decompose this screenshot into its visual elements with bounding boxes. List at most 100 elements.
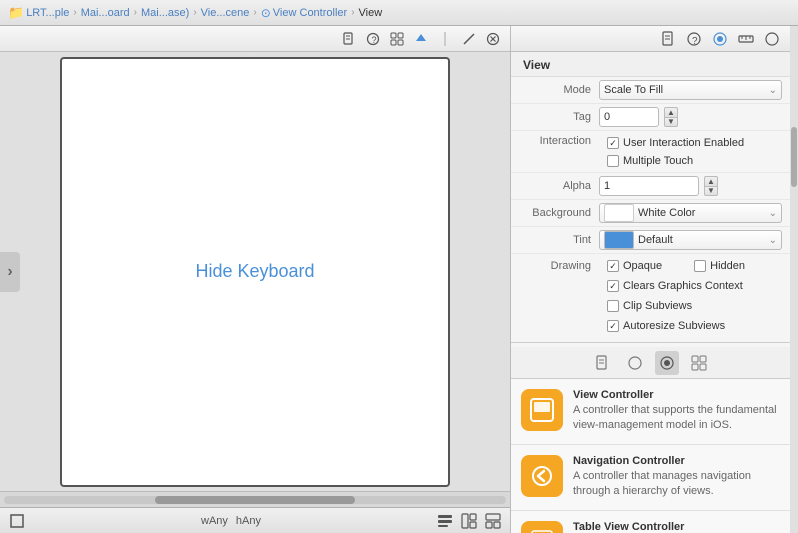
hidden-row: Hidden <box>686 258 753 274</box>
tab-file[interactable] <box>591 351 615 375</box>
autoresize-checkbox[interactable]: ✓ <box>607 320 619 332</box>
autoresize-row: ✓ Autoresize Subviews <box>599 318 733 334</box>
user-interaction-label: User Interaction Enabled <box>623 137 744 149</box>
scrollbar-track[interactable] <box>4 496 506 504</box>
breadcrumb-item-5[interactable]: ⊙ View Controller <box>261 6 347 20</box>
background-value: White Color ⌄ <box>599 203 782 223</box>
library-item-1[interactable]: Navigation Controller A controller that … <box>511 445 790 511</box>
bottom-left-icons <box>8 512 26 530</box>
close-circle-icon[interactable] <box>484 30 502 48</box>
breadcrumb-link-5[interactable]: View Controller <box>273 7 347 19</box>
mode-select-text: Scale To Fill <box>604 84 663 96</box>
breadcrumb-link-1[interactable]: LRT...ple <box>26 7 69 19</box>
breadcrumb-item-1[interactable]: 📁 LRT...ple <box>8 5 69 21</box>
separator-icon <box>436 30 454 48</box>
inspector-ruler-icon[interactable] <box>736 29 756 49</box>
multiple-touch-checkbox[interactable] <box>607 155 619 167</box>
main-area: ? <box>0 26 798 533</box>
alpha-number: 1 <box>604 180 610 192</box>
breadcrumb-item-3[interactable]: Mai...ase) <box>141 7 189 19</box>
grid-icon[interactable] <box>388 30 406 48</box>
line-icon[interactable] <box>460 30 478 48</box>
interaction-row: Interaction ✓ User Interaction Enabled M… <box>511 131 790 173</box>
phone-frame: Hide Keyboard <box>60 57 450 487</box>
layout-icon[interactable] <box>460 512 478 530</box>
tag-stepper[interactable]: ▲ ▼ <box>664 107 678 127</box>
clears-graphics-label: Clears Graphics Context <box>623 280 743 292</box>
mode-select[interactable]: Scale To Fill ⌄ <box>599 80 782 100</box>
tint-color-swatch <box>604 231 634 249</box>
inspector-arrow-icon[interactable] <box>710 29 730 49</box>
tag-number: 0 <box>604 111 610 123</box>
table-view-controller-icon <box>521 521 563 533</box>
mode-label: Mode <box>519 84 599 96</box>
bottom-right-icons <box>436 512 502 530</box>
align-icon[interactable] <box>436 512 454 530</box>
drawing-row-2: ✓ Clears Graphics Context <box>511 276 790 296</box>
frame-icon[interactable] <box>8 512 26 530</box>
grid-layout-icon[interactable] <box>484 512 502 530</box>
tab-grid[interactable] <box>687 351 711 375</box>
inspector-circle-icon[interactable] <box>762 29 782 49</box>
drawing-section: Drawing ✓ Opaque Hidden ✓ Clears Grap <box>511 254 790 338</box>
inspector-file-icon[interactable] <box>658 29 678 49</box>
breadcrumb-item-2[interactable]: Mai...oard <box>81 7 130 19</box>
drawing-row-3: Clip Subviews <box>511 296 790 316</box>
background-label: Background <box>519 207 599 219</box>
drawing-row-1: Drawing ✓ Opaque Hidden <box>511 256 790 276</box>
library-item-title-1: Navigation Controller <box>573 455 780 467</box>
alpha-value: 1 ▲ ▼ <box>599 176 782 196</box>
opaque-checkbox[interactable]: ✓ <box>607 260 619 272</box>
inspector-section-title: View <box>511 52 790 77</box>
arrow-up-icon[interactable] <box>412 30 430 48</box>
library-item-0[interactable]: View Controller A controller that suppor… <box>511 379 790 445</box>
hidden-checkbox[interactable] <box>694 260 706 272</box>
user-interaction-checkbox[interactable]: ✓ <box>607 137 619 149</box>
tab-circle[interactable] <box>623 351 647 375</box>
canvas-scrollbar[interactable] <box>0 491 510 507</box>
viewport[interactable]: Hide Keyboard <box>0 52 510 491</box>
multiple-touch-row: Multiple Touch <box>599 153 701 169</box>
alpha-decrement[interactable]: ▼ <box>704 186 718 196</box>
clip-subviews-checkbox[interactable] <box>607 300 619 312</box>
right-scrollbar[interactable] <box>790 26 798 533</box>
background-select[interactable]: White Color ⌄ <box>599 203 782 223</box>
tag-increment[interactable]: ▲ <box>664 107 678 117</box>
drawing-checks-1: ✓ Opaque Hidden <box>599 258 782 274</box>
mode-value[interactable]: Scale To Fill ⌄ <box>599 80 782 100</box>
alpha-label: Alpha <box>519 180 599 192</box>
scrollbar-thumb[interactable] <box>155 496 356 504</box>
tab-target[interactable] <box>655 351 679 375</box>
inspector-divider <box>511 342 790 343</box>
alpha-input[interactable]: 1 <box>599 176 699 196</box>
navigation-controller-icon <box>521 455 563 497</box>
alpha-stepper[interactable]: ▲ ▼ <box>704 176 718 196</box>
inspector-toolbar: ? <box>511 26 790 52</box>
height-label: hAny <box>236 515 261 527</box>
breadcrumb-item-4[interactable]: Vie...cene <box>201 7 250 19</box>
hidden-label: Hidden <box>710 260 745 272</box>
library-item-2[interactable]: Table View Controller A controller that … <box>511 511 790 533</box>
question-icon[interactable]: ? <box>364 30 382 48</box>
breadcrumb-link-3[interactable]: Mai...ase) <box>141 7 189 19</box>
view-controller-icon <box>521 389 563 431</box>
doc-icon[interactable] <box>340 30 358 48</box>
tint-row: Tint Default ⌄ <box>511 227 790 254</box>
alpha-increment[interactable]: ▲ <box>704 176 718 186</box>
right-scrollbar-thumb[interactable] <box>791 127 797 187</box>
tag-value: 0 ▲ ▼ <box>599 107 782 127</box>
inspector-question-icon[interactable]: ? <box>684 29 704 49</box>
breadcrumb-link-4[interactable]: Vie...cene <box>201 7 250 19</box>
svg-text:?: ? <box>372 35 377 45</box>
breadcrumb-link-2[interactable]: Mai...oard <box>81 7 130 19</box>
svg-text:?: ? <box>692 36 698 47</box>
library-item-title-0: View Controller <box>573 389 780 401</box>
scroll-handle[interactable] <box>0 252 20 292</box>
library-item-desc-0: A controller that supports the fundament… <box>573 403 780 434</box>
library-scroll[interactable]: View Controller A controller that suppor… <box>511 379 790 533</box>
tint-select[interactable]: Default ⌄ <box>599 230 782 250</box>
tag-decrement[interactable]: ▼ <box>664 117 678 127</box>
clears-graphics-checkbox[interactable]: ✓ <box>607 280 619 292</box>
breadcrumb-item-6: View <box>359 7 383 19</box>
tag-input[interactable]: 0 <box>599 107 659 127</box>
